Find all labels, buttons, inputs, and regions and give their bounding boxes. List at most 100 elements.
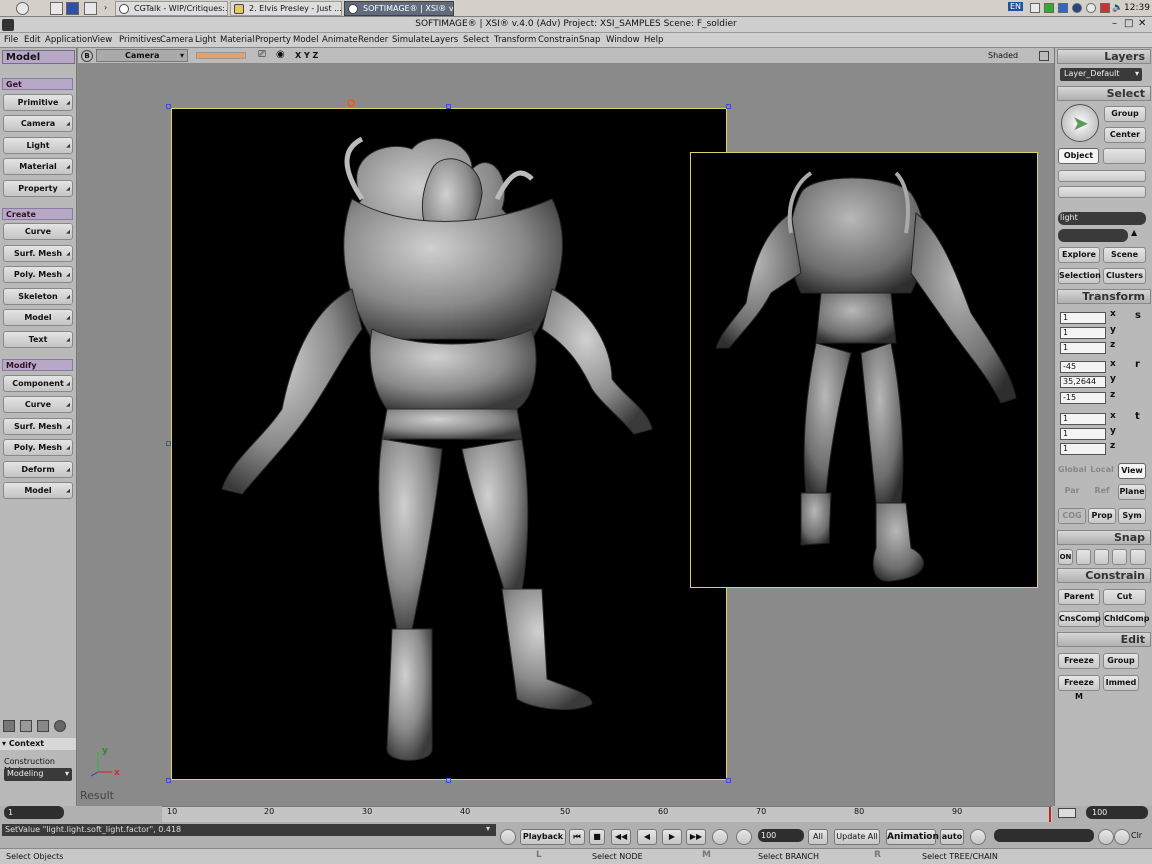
modify-model-button[interactable]: Model	[3, 482, 73, 499]
tray-icon[interactable]	[1086, 3, 1096, 13]
select-header[interactable]: Select	[1057, 86, 1151, 101]
camera-icon[interactable]: ⎚	[258, 49, 266, 60]
snap-curve-icon[interactable]	[1094, 549, 1109, 565]
light-null-icon[interactable]	[347, 99, 355, 107]
menu-layers[interactable]: Layers	[430, 35, 458, 45]
edit-header[interactable]: Edit	[1057, 632, 1151, 647]
select-object-button[interactable]: Object	[1058, 148, 1099, 164]
scale-y-field[interactable]: 1	[1060, 327, 1106, 339]
timeline-config-icon[interactable]	[1058, 808, 1076, 818]
select-tool-icon[interactable]	[3, 720, 15, 732]
sym-button[interactable]: Sym	[1118, 508, 1146, 524]
save-icon[interactable]	[66, 2, 79, 15]
menu-view[interactable]: View	[92, 35, 112, 45]
menu-select[interactable]: Select	[463, 35, 489, 45]
get-camera-button[interactable]: Camera	[3, 115, 73, 132]
menu-window[interactable]: Window	[606, 35, 640, 45]
axes-toggle[interactable]: X Y Z	[295, 51, 318, 60]
scale-mode-icon[interactable]: s	[1135, 310, 1141, 321]
rotate-mode-icon[interactable]: r	[1135, 359, 1140, 370]
menu-property[interactable]: Property	[255, 35, 291, 45]
scale-z-field[interactable]: 1	[1060, 342, 1106, 354]
spinner-icon[interactable]: ▲	[1131, 228, 1137, 237]
get-primitive-button[interactable]: Primitive	[3, 94, 73, 111]
ref-view-button[interactable]: View	[1118, 463, 1146, 479]
clear-key-button[interactable]: Clr	[1131, 831, 1142, 840]
menu-simulate[interactable]: Simulate	[392, 35, 430, 45]
menu-transform[interactable]: Transform	[494, 35, 536, 45]
prop-button[interactable]: Prop	[1088, 508, 1116, 524]
transform-header[interactable]: Transform	[1057, 289, 1151, 304]
create-model-button[interactable]: Model	[3, 309, 73, 326]
command-line[interactable]: SetValue "light.light.soft_light.factor"…	[2, 824, 496, 836]
menu-edit[interactable]: Edit	[24, 35, 40, 45]
snap-grid-icon[interactable]	[1130, 549, 1146, 565]
constrain-header[interactable]: Constrain	[1057, 568, 1151, 583]
frame-handle[interactable]	[166, 441, 171, 446]
translate-x-field[interactable]: 1	[1060, 413, 1106, 425]
animation-button[interactable]: Animation	[886, 829, 939, 845]
get-header[interactable]: Get	[2, 78, 73, 90]
tray-icon[interactable]	[1044, 3, 1054, 13]
loop-icon[interactable]	[712, 829, 728, 845]
key-arrows-icon[interactable]	[1098, 829, 1114, 845]
key-set-icon[interactable]	[1114, 829, 1130, 845]
playhead[interactable]	[1049, 807, 1051, 822]
play-back-button[interactable]: ◀	[637, 829, 657, 845]
timeline-end-field[interactable]: 100	[1086, 806, 1148, 819]
create-header[interactable]: Create	[2, 208, 73, 220]
visibility-toggles[interactable]	[196, 52, 246, 59]
cog-button[interactable]: COG	[1058, 508, 1086, 524]
headphones-icon[interactable]	[736, 829, 752, 845]
rotate-x-field[interactable]: -45	[1060, 361, 1106, 373]
tray-icon[interactable]	[1072, 3, 1082, 13]
modify-curve-button[interactable]: Curve	[3, 396, 73, 413]
modify-poly-mesh-button[interactable]: Poly. Mesh	[3, 439, 73, 456]
menu-model[interactable]: Model	[293, 35, 319, 45]
layer-dropdown[interactable]: Layer_Default ▾	[1060, 68, 1142, 81]
select-search-field[interactable]: light	[1058, 212, 1146, 225]
context-section[interactable]: ▾ Context	[0, 738, 76, 750]
tray-icon[interactable]	[1058, 3, 1068, 13]
modify-surf-mesh-button[interactable]: Surf. Mesh	[3, 418, 73, 435]
next-key-button[interactable]: ▶▶	[686, 829, 706, 845]
camera-render-back[interactable]	[690, 152, 1038, 588]
explore-button[interactable]: Explore	[1058, 247, 1100, 263]
render-tool-icon[interactable]	[54, 720, 66, 732]
rotate-y-field[interactable]: 35,2644	[1060, 376, 1106, 388]
tray-icon[interactable]	[1100, 3, 1110, 13]
select-blank-row[interactable]	[1058, 186, 1146, 198]
task-elvis[interactable]: 2. Elvis Presley - Just ...	[230, 1, 342, 16]
snap-circle-icon[interactable]	[1112, 549, 1127, 565]
maximize-view-icon[interactable]	[1039, 51, 1049, 61]
constrain-cnscomp-button[interactable]: CnsComp	[1058, 611, 1101, 627]
scene-button[interactable]: Scene	[1103, 247, 1146, 263]
create-curve-button[interactable]: Curve	[3, 223, 73, 240]
create-text-button[interactable]: Text	[3, 331, 73, 348]
timeline-ruler[interactable]: 10 20 30 40 50 60 70 80 90	[162, 806, 1052, 822]
maximize-icon[interactable]: □	[1124, 18, 1133, 29]
create-skeleton-button[interactable]: Skeleton	[3, 288, 73, 305]
update-all-button[interactable]: Update All	[834, 829, 880, 845]
menu-camera[interactable]: Camera	[160, 35, 193, 45]
constrain-chldcomp-button[interactable]: ChldComp	[1103, 611, 1149, 627]
snap-on-toggle[interactable]: ON	[1058, 549, 1073, 565]
paint-tool-icon[interactable]	[37, 720, 49, 732]
current-frame-field[interactable]: 100	[758, 829, 804, 842]
modify-header[interactable]: Modify	[2, 359, 73, 371]
apple-menu-icon[interactable]	[16, 2, 29, 15]
move-tool-icon[interactable]	[20, 720, 32, 732]
select-arrow-icon[interactable]: ➤	[1061, 104, 1099, 142]
menu-primitives[interactable]: Primitives	[119, 35, 161, 45]
get-property-button[interactable]: Property	[3, 180, 73, 197]
playback-button[interactable]: Playback	[520, 829, 566, 845]
create-surf-mesh-button[interactable]: Surf. Mesh	[3, 245, 73, 262]
all-button[interactable]: All	[808, 829, 828, 845]
play-button[interactable]: ▶	[662, 829, 682, 845]
speaker-icon[interactable]: 🔈	[1112, 3, 1123, 13]
timeline-start-field[interactable]: 1	[4, 806, 64, 819]
menu-constrain[interactable]: Constrain	[538, 35, 579, 45]
tray-icon[interactable]	[1030, 3, 1040, 13]
minimize-icon[interactable]: –	[1112, 18, 1117, 29]
frame-handle[interactable]	[446, 778, 451, 783]
